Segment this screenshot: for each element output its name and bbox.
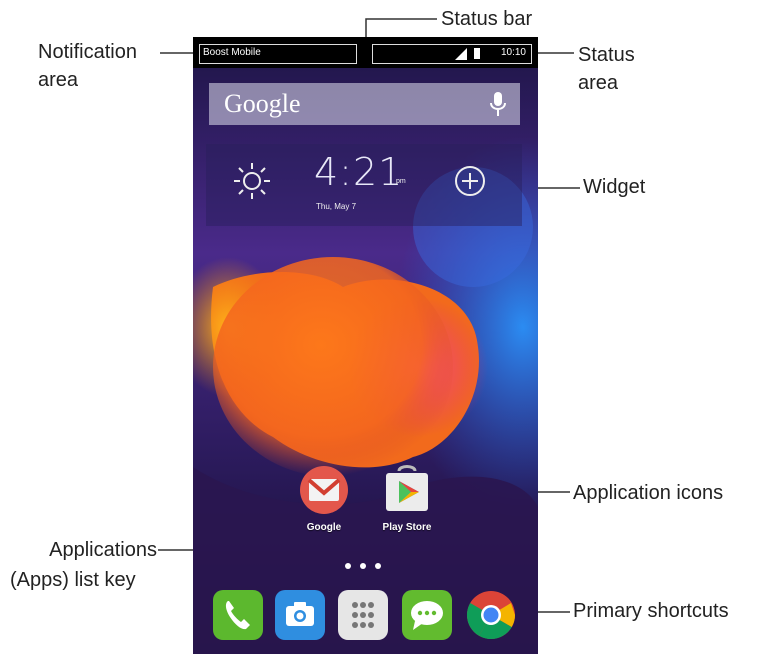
app-label-google: Google bbox=[306, 522, 342, 533]
status-area[interactable]: 10:10 bbox=[372, 44, 532, 64]
apps-key-callout-line2: (Apps) list key bbox=[10, 569, 136, 591]
status-area-callout-line1: Status bbox=[578, 44, 635, 66]
notification-area[interactable]: Boost Mobile bbox=[199, 44, 357, 64]
sun-icon bbox=[234, 163, 270, 199]
search-bar-label: Google bbox=[224, 89, 301, 118]
app-play-store[interactable]: Play Store bbox=[377, 465, 437, 533]
page-indicator-dots bbox=[345, 563, 381, 569]
apps-key-callout: Applications bbox=[27, 536, 157, 564]
notification-area-callout-line1: Notification bbox=[38, 41, 137, 63]
primary-shortcuts-callout: Primary shortcuts bbox=[573, 600, 729, 622]
widget-date: Thu, May 7 bbox=[316, 202, 357, 211]
messaging-icon[interactable] bbox=[401, 589, 453, 641]
status-bar-callout: Status bar bbox=[441, 8, 533, 30]
battery-icon bbox=[474, 48, 480, 59]
apps-key-callout-line1: Applications bbox=[49, 539, 157, 561]
signal-icon bbox=[455, 48, 467, 60]
notification-area-callout: Notification area bbox=[38, 38, 137, 94]
google-search-bar[interactable]: Google bbox=[209, 83, 520, 125]
application-icons-callout: Application icons bbox=[573, 482, 724, 504]
clock-widget[interactable]: 4:21 pm Thu, May 7 bbox=[206, 144, 522, 226]
carrier-name: Boost Mobile bbox=[203, 47, 261, 58]
microphone-icon[interactable] bbox=[490, 91, 506, 117]
apps-grid-icon[interactable] bbox=[337, 589, 389, 641]
widget-time: 4:21 bbox=[314, 150, 404, 194]
widget-callout: Widget bbox=[583, 176, 646, 198]
app-google[interactable]: Google bbox=[294, 465, 354, 533]
camera-icon[interactable] bbox=[274, 589, 326, 641]
plus-circle-icon[interactable] bbox=[453, 164, 487, 198]
status-area-callout: Status area bbox=[578, 41, 635, 97]
phone-home-screen: Boost Mobile 10:10 Google 4:21 pm Thu, M… bbox=[193, 37, 538, 654]
gmail-icon bbox=[300, 466, 348, 514]
chrome-icon[interactable] bbox=[465, 589, 517, 641]
status-time: 10:10 bbox=[500, 47, 526, 58]
notification-area-callout-line2: area bbox=[38, 69, 79, 91]
play-store-icon bbox=[386, 465, 428, 511]
widget-ampm: pm bbox=[396, 178, 406, 185]
phone-icon[interactable] bbox=[212, 589, 264, 641]
status-area-callout-line2: area bbox=[578, 72, 619, 94]
app-label-play-store: Play Store bbox=[382, 522, 432, 533]
status-bar[interactable]: Boost Mobile 10:10 bbox=[193, 37, 538, 68]
